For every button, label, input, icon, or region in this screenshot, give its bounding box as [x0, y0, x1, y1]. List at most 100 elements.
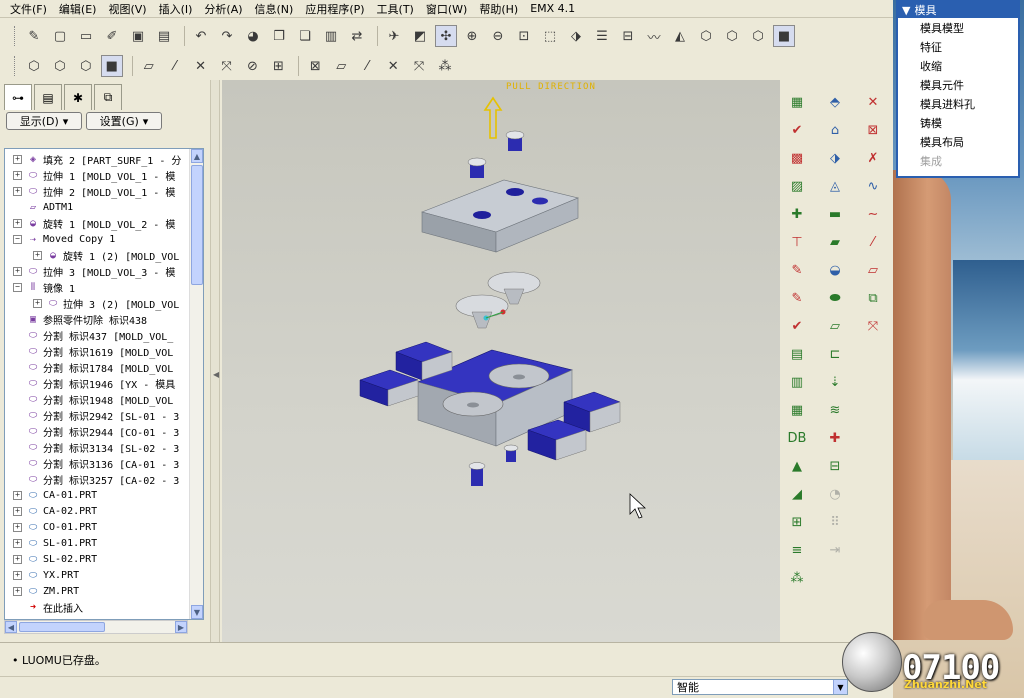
menu-emx[interactable]: EMX 4.1	[526, 2, 583, 15]
annotation-toggle-icon[interactable]: ⊘	[242, 55, 264, 77]
shaded-display-icon[interactable]: ■	[100, 55, 123, 77]
tree-item[interactable]: + ⬭ 拉伸 3 [MOLD_VOL_3 - 模	[5, 263, 191, 279]
database-icon[interactable]: DB	[782, 428, 812, 448]
tree-item[interactable]: + ⬭ 拉伸 3 (2) [MOLD_VOL	[5, 295, 191, 311]
show-dropdown[interactable]: 显示(D) ▾	[6, 112, 82, 130]
close-window-icon[interactable]: ⊠	[304, 55, 326, 77]
tree-item[interactable]: + ◒ 旋转 1 (2) [MOLD_VOL	[5, 247, 191, 263]
menu-analysis[interactable]: 分析(A)	[200, 1, 250, 17]
block-icon[interactable]: ▬	[820, 204, 850, 224]
layers-icon[interactable]: ☰	[591, 25, 613, 47]
datum-point-icon[interactable]: ✕	[858, 92, 888, 112]
new-file-icon[interactable]: ▢	[49, 25, 71, 47]
mold-model-view[interactable]	[222, 80, 780, 642]
tree-item[interactable]: ⬭ 分割 标识3134 [SL-02 - 3	[5, 439, 191, 455]
tree-item[interactable]: ⬭ 分割 标识2942 [SL-01 - 3	[5, 407, 191, 423]
panel-splitter[interactable]: ◀	[210, 80, 220, 642]
mold-assembly-icon[interactable]: ▨	[782, 176, 812, 196]
tree-item[interactable]: ➜ 在此插入	[5, 599, 191, 615]
point-icon[interactable]: ✕	[382, 55, 404, 77]
display-style-3-icon[interactable]: ⬡	[75, 55, 97, 77]
datum-curve-icon[interactable]: ∿	[858, 176, 888, 196]
shading-icon[interactable]: ■	[773, 25, 795, 47]
settings-dropdown[interactable]: 设置(G) ▾	[86, 112, 162, 130]
runner-icon[interactable]: ◢	[782, 484, 812, 504]
tree-item[interactable]: ⬭ 分割 标识2944 [CO-01 - 3	[5, 423, 191, 439]
menu-item-mold-layout[interactable]: 模具布局	[898, 132, 1018, 151]
selection-filter[interactable]: 智能 ▼	[672, 679, 848, 695]
expand-icon[interactable]: +	[13, 506, 22, 516]
expand-icon[interactable]: +	[13, 522, 22, 532]
mold-model-icon[interactable]: ▦	[782, 92, 812, 112]
collapse-icon[interactable]: −	[13, 282, 22, 292]
menu-window[interactable]: 窗口(W)	[422, 1, 475, 17]
tree-item[interactable]: + ⬭ CA-02.PRT	[5, 503, 191, 519]
menu-item-feature[interactable]: 特征	[898, 37, 1018, 56]
expand-icon[interactable]: +	[13, 538, 22, 548]
tree-item[interactable]: ⬭ 分割 标识1948 [MOLD_VOL	[5, 391, 191, 407]
chevron-down-icon[interactable]: ▼	[833, 680, 847, 694]
datum-plane-toggle-icon[interactable]: ▱	[138, 55, 160, 77]
tree-item[interactable]: ⬭ 分割 标识1946 [YX - 模具	[5, 375, 191, 391]
datum-plane-create-icon[interactable]: ▱	[858, 260, 888, 280]
undo-icon[interactable]: ↶	[190, 25, 212, 47]
zoom-in-icon[interactable]: ⊕	[461, 25, 483, 47]
datum-point-sketch-icon[interactable]: ⊠	[858, 120, 888, 140]
tree-item[interactable]: ⬭ 分割 标识3136 [CA-01 - 3	[5, 455, 191, 471]
sweep-icon[interactable]: ⬬	[820, 288, 850, 308]
mapkey-icon[interactable]: ✎	[23, 25, 45, 47]
tree-item[interactable]: − ⇢ Moved Copy 1	[5, 231, 191, 247]
tree-item[interactable]: − ⫴ 镜像 1	[5, 279, 191, 295]
save-icon[interactable]: ▣	[127, 25, 149, 47]
paste-special-icon[interactable]: ▥	[320, 25, 342, 47]
toolbar-grip[interactable]	[14, 26, 17, 46]
tree-item[interactable]: + ⬭ YX.PRT	[5, 567, 191, 583]
skirt-surface-icon[interactable]: ⌂	[820, 120, 850, 140]
expand-icon[interactable]: +	[13, 218, 22, 228]
datum-axis-icon[interactable]: ✗	[858, 148, 888, 168]
tree-item[interactable]: ▣ 参照零件切除 标识438	[5, 311, 191, 327]
tree-item[interactable]: + ◈ 填充 2 [PART_SURF_1 - 分	[5, 151, 191, 167]
coordinate-system-icon[interactable]: ⤧	[858, 316, 888, 336]
shut-off-icon[interactable]: ◬	[820, 176, 850, 196]
folder-browser-tab-icon[interactable]: ▤	[34, 84, 62, 110]
appearance-icon[interactable]: ◭	[669, 25, 691, 47]
collapse-arrow-icon[interactable]: ◀	[213, 370, 219, 379]
display-style-1-icon[interactable]: ⬡	[23, 55, 45, 77]
tree-item[interactable]: + ⬭ SL-02.PRT	[5, 551, 191, 567]
history-tab-icon[interactable]: ⧉	[94, 84, 122, 110]
model-tree-tab-icon[interactable]: ⊶	[4, 84, 32, 110]
tree-item[interactable]: + ⬭ 拉伸 1 [MOLD_VOL_1 - 模	[5, 167, 191, 183]
sketch-icon[interactable]: ⊏	[820, 344, 850, 364]
extract-icon[interactable]: ▥	[782, 372, 812, 392]
expand-icon[interactable]: +	[13, 154, 22, 164]
offset-icon[interactable]: ⊟	[820, 456, 850, 476]
silhouette-icon[interactable]: ⬗	[820, 148, 850, 168]
axis-icon[interactable]: ⁄	[356, 55, 378, 77]
shrink-icon[interactable]: ✎	[782, 260, 812, 280]
expand-icon[interactable]: +	[13, 266, 22, 276]
tree-horizontal-scrollbar[interactable]: ◀ ▶	[4, 620, 188, 634]
move-feature-icon[interactable]: ⇣	[820, 372, 850, 392]
ejector-pin-icon[interactable]: ⊤	[782, 232, 812, 252]
surface-icon[interactable]: ▱	[820, 316, 850, 336]
menu-item-mold-model[interactable]: 模具模型	[898, 18, 1018, 37]
collapse-icon[interactable]: −	[13, 234, 22, 244]
tree-item[interactable]: + ◒ 旋转 1 [MOLD_VOL_2 - 模	[5, 215, 191, 231]
tree-item[interactable]: + ⬭ 拉伸 2 [MOLD_VOL_1 - 模	[5, 183, 191, 199]
stack-icon[interactable]: ≡	[782, 540, 812, 560]
menu-view[interactable]: 视图(V)	[104, 1, 154, 17]
revolve-feature-icon[interactable]: ◒	[820, 260, 850, 280]
refit-icon[interactable]: ⊡	[513, 25, 535, 47]
mold-open-icon[interactable]: ⁂	[782, 568, 812, 588]
paste-icon[interactable]: ❏	[294, 25, 316, 47]
volume-split-icon[interactable]: ✎	[782, 288, 812, 308]
no-hidden-icon[interactable]: ⬡	[747, 25, 769, 47]
scroll-thumb[interactable]	[191, 165, 203, 285]
tree-item[interactable]: ⬭ 分割 标识1784 [MOLD_VOL	[5, 359, 191, 375]
scroll-up-icon[interactable]: ▲	[191, 149, 203, 163]
cavity-insert-icon[interactable]: ▤	[782, 344, 812, 364]
regenerate-icon[interactable]: ⇄	[346, 25, 368, 47]
saved-views-icon[interactable]: ⬗	[565, 25, 587, 47]
tree-vertical-scrollbar[interactable]: ▲ ▼	[189, 149, 203, 619]
